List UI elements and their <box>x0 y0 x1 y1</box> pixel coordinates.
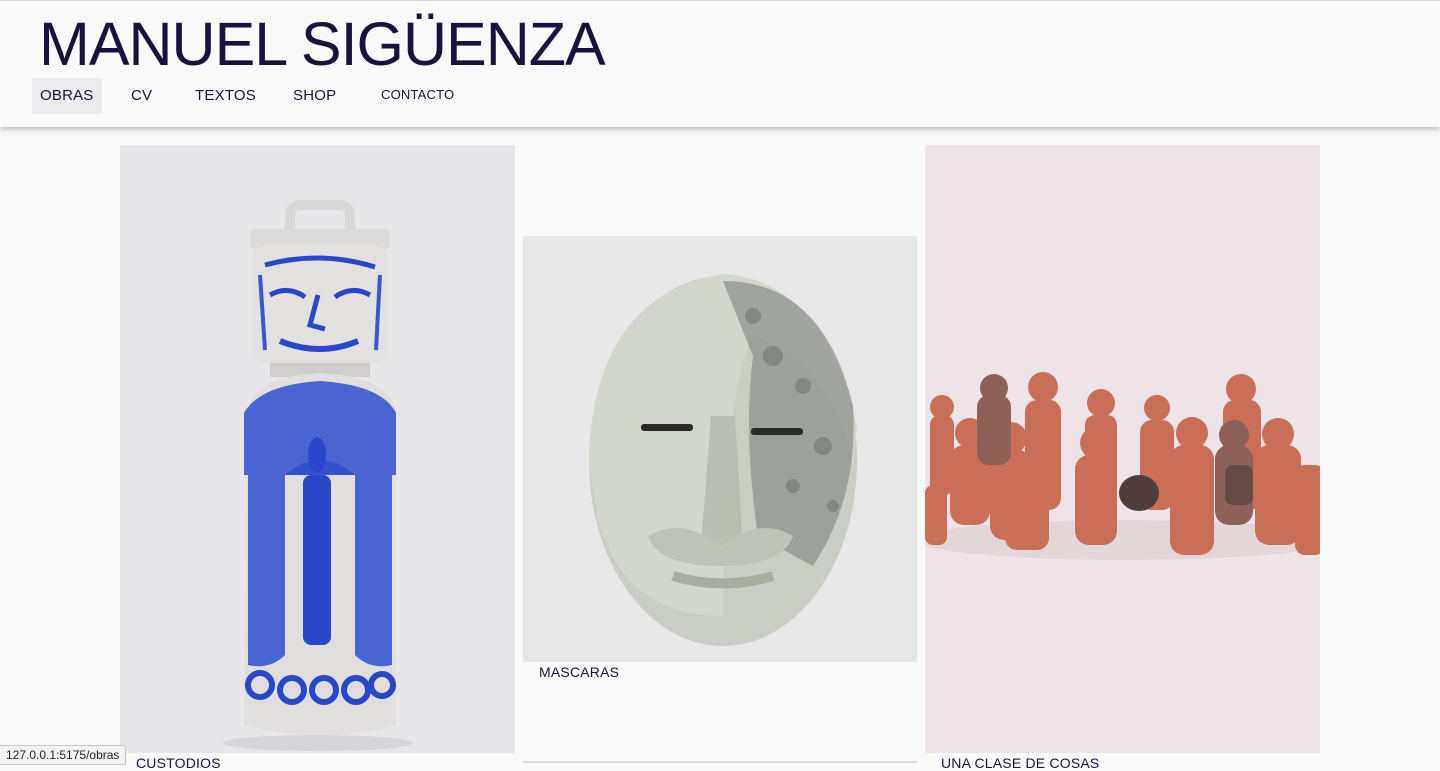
status-bar-url: 127.0.0.1:5175/obras <box>0 745 127 765</box>
nav-item-textos[interactable]: TEXTOS <box>195 78 256 114</box>
nav-item-contacto[interactable]: CONTACTO <box>381 78 454 114</box>
works-gallery: CUSTODIOS MASCARAS UNA CLASE DE COSAS <box>0 127 1440 771</box>
work-image-mascaras[interactable] <box>523 236 917 662</box>
work-card-custodios[interactable]: CUSTODIOS <box>120 145 515 771</box>
work-caption[interactable]: MASCARAS <box>539 664 619 680</box>
site-header: MANUEL SIGÜENZA OBRAS CV TEXTOS SHOP CON… <box>0 0 1440 127</box>
work-card-mascaras[interactable]: MASCARAS <box>523 236 917 686</box>
work-caption[interactable]: UNA CLASE DE COSAS <box>941 755 1099 771</box>
work-caption[interactable]: CUSTODIOS <box>136 755 221 771</box>
nav-item-cv[interactable]: CV <box>131 78 152 114</box>
nav-item-shop[interactable]: SHOP <box>293 78 336 114</box>
work-image-custodios[interactable] <box>120 145 515 753</box>
nav-item-obras[interactable]: OBRAS <box>32 78 102 114</box>
work-card-una-clase-de-cosas[interactable]: UNA CLASE DE COSAS <box>925 145 1320 771</box>
work-image-una-clase-de-cosas[interactable] <box>925 145 1320 753</box>
site-title[interactable]: MANUEL SIGÜENZA <box>39 9 606 79</box>
